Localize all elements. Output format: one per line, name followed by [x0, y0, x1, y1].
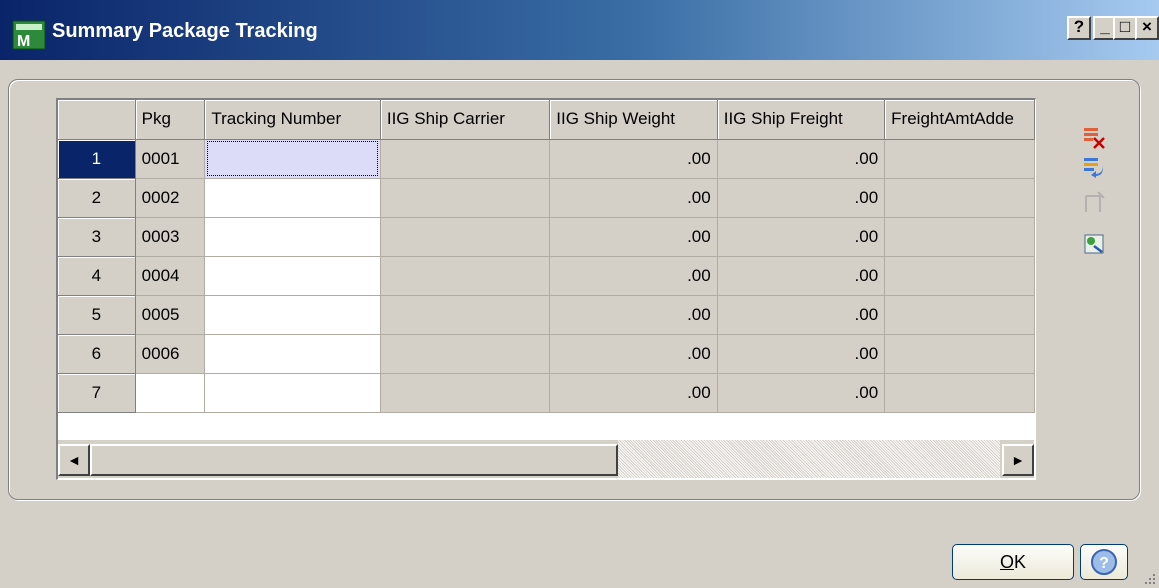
tracking-number-cell[interactable]: [204, 256, 381, 296]
help-icon: ?: [1091, 549, 1117, 575]
row-header[interactable]: 7: [58, 373, 136, 413]
ship-freight-cell[interactable]: .00: [717, 295, 886, 335]
package-table: Pkg Tracking Number IIG Ship Carrier IIG…: [58, 100, 1035, 413]
row-header[interactable]: 3: [58, 217, 136, 257]
tracking-number-cell[interactable]: [204, 295, 381, 335]
clear-icon[interactable]: [1082, 190, 1106, 214]
window-title: Summary Package Tracking: [52, 20, 318, 42]
pkg-cell: 0004: [135, 256, 206, 296]
freight-amt-added-cell[interactable]: [884, 139, 1035, 179]
tracking-number-cell[interactable]: [204, 217, 381, 257]
ship-weight-cell[interactable]: .00: [549, 139, 718, 179]
row-header[interactable]: 1: [58, 139, 136, 179]
close-button[interactable]: ×: [1135, 16, 1159, 40]
ship-carrier-cell[interactable]: [380, 139, 551, 179]
ship-weight-cell[interactable]: .00: [549, 178, 718, 218]
table-row[interactable]: 5 0005 .00 .00: [58, 295, 1035, 335]
ship-carrier-cell[interactable]: [380, 373, 551, 413]
ship-carrier-cell[interactable]: [380, 334, 551, 374]
freight-amt-added-cell[interactable]: [884, 295, 1035, 335]
ship-weight-cell[interactable]: .00: [549, 217, 718, 257]
pkg-cell[interactable]: [135, 373, 206, 413]
corner-header[interactable]: [58, 100, 136, 140]
pkg-cell: 0005: [135, 295, 206, 335]
row-header[interactable]: 4: [58, 256, 136, 296]
ship-carrier-cell[interactable]: [380, 256, 551, 296]
help-glyph: ?: [1099, 555, 1109, 572]
delete-row-icon[interactable]: [1082, 125, 1106, 149]
title-bar: M Summary Package Tracking ? _ □ ×: [0, 0, 1159, 60]
svg-text:M: M: [17, 33, 30, 50]
ship-weight-cell[interactable]: .00: [549, 295, 718, 335]
tracking-number-cell[interactable]: [204, 373, 381, 413]
insert-row-icon[interactable]: [1082, 155, 1106, 179]
ship-weight-cell[interactable]: .00: [549, 373, 718, 413]
freight-amt-added-cell[interactable]: [884, 217, 1035, 257]
pkg-cell: 0003: [135, 217, 206, 257]
help-caption-button[interactable]: ?: [1067, 16, 1091, 40]
column-header-pkg[interactable]: Pkg: [135, 100, 206, 140]
ship-freight-cell[interactable]: .00: [717, 334, 886, 374]
tracking-number-cell[interactable]: [204, 334, 381, 374]
table-row[interactable]: 6 0006 .00 .00: [58, 334, 1035, 374]
tracking-number-cell[interactable]: [204, 139, 381, 179]
ok-button[interactable]: OK: [952, 544, 1074, 580]
app-icon: M: [12, 20, 46, 50]
scroll-right-button[interactable]: ►: [1002, 444, 1034, 476]
table-row[interactable]: 2 0002 .00 .00: [58, 178, 1035, 218]
ship-carrier-cell[interactable]: [380, 217, 551, 257]
column-header-ship-weight[interactable]: IIG Ship Weight: [549, 100, 718, 140]
scroll-left-button[interactable]: ◄: [58, 444, 90, 476]
ship-carrier-cell[interactable]: [380, 295, 551, 335]
scrollbar-thumb[interactable]: [90, 444, 618, 476]
table-row[interactable]: 7 .00 .00: [58, 373, 1035, 413]
freight-amt-added-cell[interactable]: [884, 178, 1035, 218]
ship-freight-cell[interactable]: .00: [717, 139, 886, 179]
package-grid[interactable]: Pkg Tracking Number IIG Ship Carrier IIG…: [56, 98, 1036, 480]
ship-freight-cell[interactable]: .00: [717, 178, 886, 218]
freight-amt-added-cell[interactable]: [884, 373, 1035, 413]
pkg-cell: 0006: [135, 334, 206, 374]
row-header[interactable]: 2: [58, 178, 136, 218]
pkg-cell: 0002: [135, 178, 206, 218]
scrollbar-track[interactable]: [618, 440, 1000, 478]
column-header-tracking-number[interactable]: Tracking Number: [204, 100, 381, 140]
lookup-icon[interactable]: [1082, 232, 1106, 256]
ship-freight-cell[interactable]: .00: [717, 256, 886, 296]
freight-amt-added-cell[interactable]: [884, 334, 1035, 374]
ship-freight-cell[interactable]: .00: [717, 373, 886, 413]
header-row: Pkg Tracking Number IIG Ship Carrier IIG…: [58, 100, 1035, 140]
column-header-freight-amt-added[interactable]: FreightAmtAdde: [884, 100, 1035, 140]
table-row[interactable]: 3 0003 .00 .00: [58, 217, 1035, 257]
resize-grip-icon[interactable]: [1141, 570, 1157, 586]
help-button[interactable]: ?: [1080, 544, 1128, 580]
column-header-ship-freight[interactable]: IIG Ship Freight: [717, 100, 886, 140]
ship-carrier-cell[interactable]: [380, 178, 551, 218]
tracking-number-cell[interactable]: [204, 178, 381, 218]
horizontal-scrollbar[interactable]: ◄ ►: [58, 440, 1034, 478]
maximize-button[interactable]: □: [1113, 16, 1137, 40]
row-header[interactable]: 5: [58, 295, 136, 335]
ship-weight-cell[interactable]: .00: [549, 334, 718, 374]
freight-amt-added-cell[interactable]: [884, 256, 1035, 296]
row-header[interactable]: 6: [58, 334, 136, 374]
table-row[interactable]: 1 0001 .00 .00: [58, 139, 1035, 179]
column-header-ship-carrier[interactable]: IIG Ship Carrier: [380, 100, 551, 140]
table-row[interactable]: 4 0004 .00 .00: [58, 256, 1035, 296]
pkg-cell: 0001: [135, 139, 206, 179]
ship-weight-cell[interactable]: .00: [549, 256, 718, 296]
ship-freight-cell[interactable]: .00: [717, 217, 886, 257]
